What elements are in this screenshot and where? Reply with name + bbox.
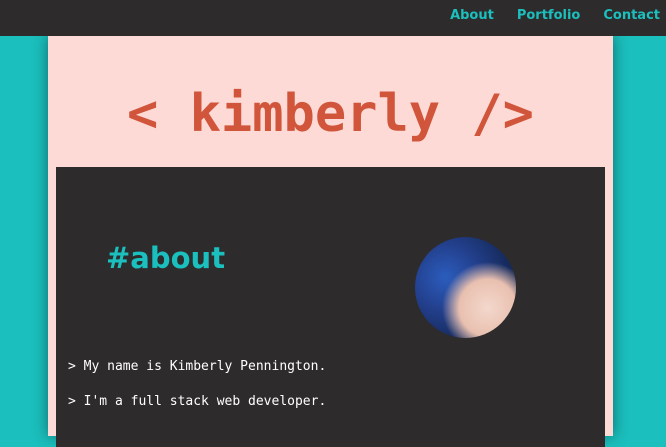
nav-link-about[interactable]: About — [450, 8, 494, 23]
about-line-role: > I'm a full stack web developer. — [68, 394, 327, 409]
nav-links: About Portfolio Contact — [450, 8, 660, 23]
main-card: < kimberly /> #about > My name is Kimber… — [48, 36, 613, 447]
about-line-name: > My name is Kimberly Pennington. — [68, 359, 327, 374]
site-title: < kimberly /> — [127, 84, 534, 144]
about-heading: #about — [106, 241, 226, 275]
top-navbar: About Portfolio Contact — [0, 0, 666, 36]
nav-link-portfolio[interactable]: Portfolio — [517, 8, 581, 23]
nav-link-contact[interactable]: Contact — [603, 8, 660, 23]
avatar — [415, 237, 516, 338]
about-section: #about > My name is Kimberly Pennington.… — [56, 167, 605, 447]
